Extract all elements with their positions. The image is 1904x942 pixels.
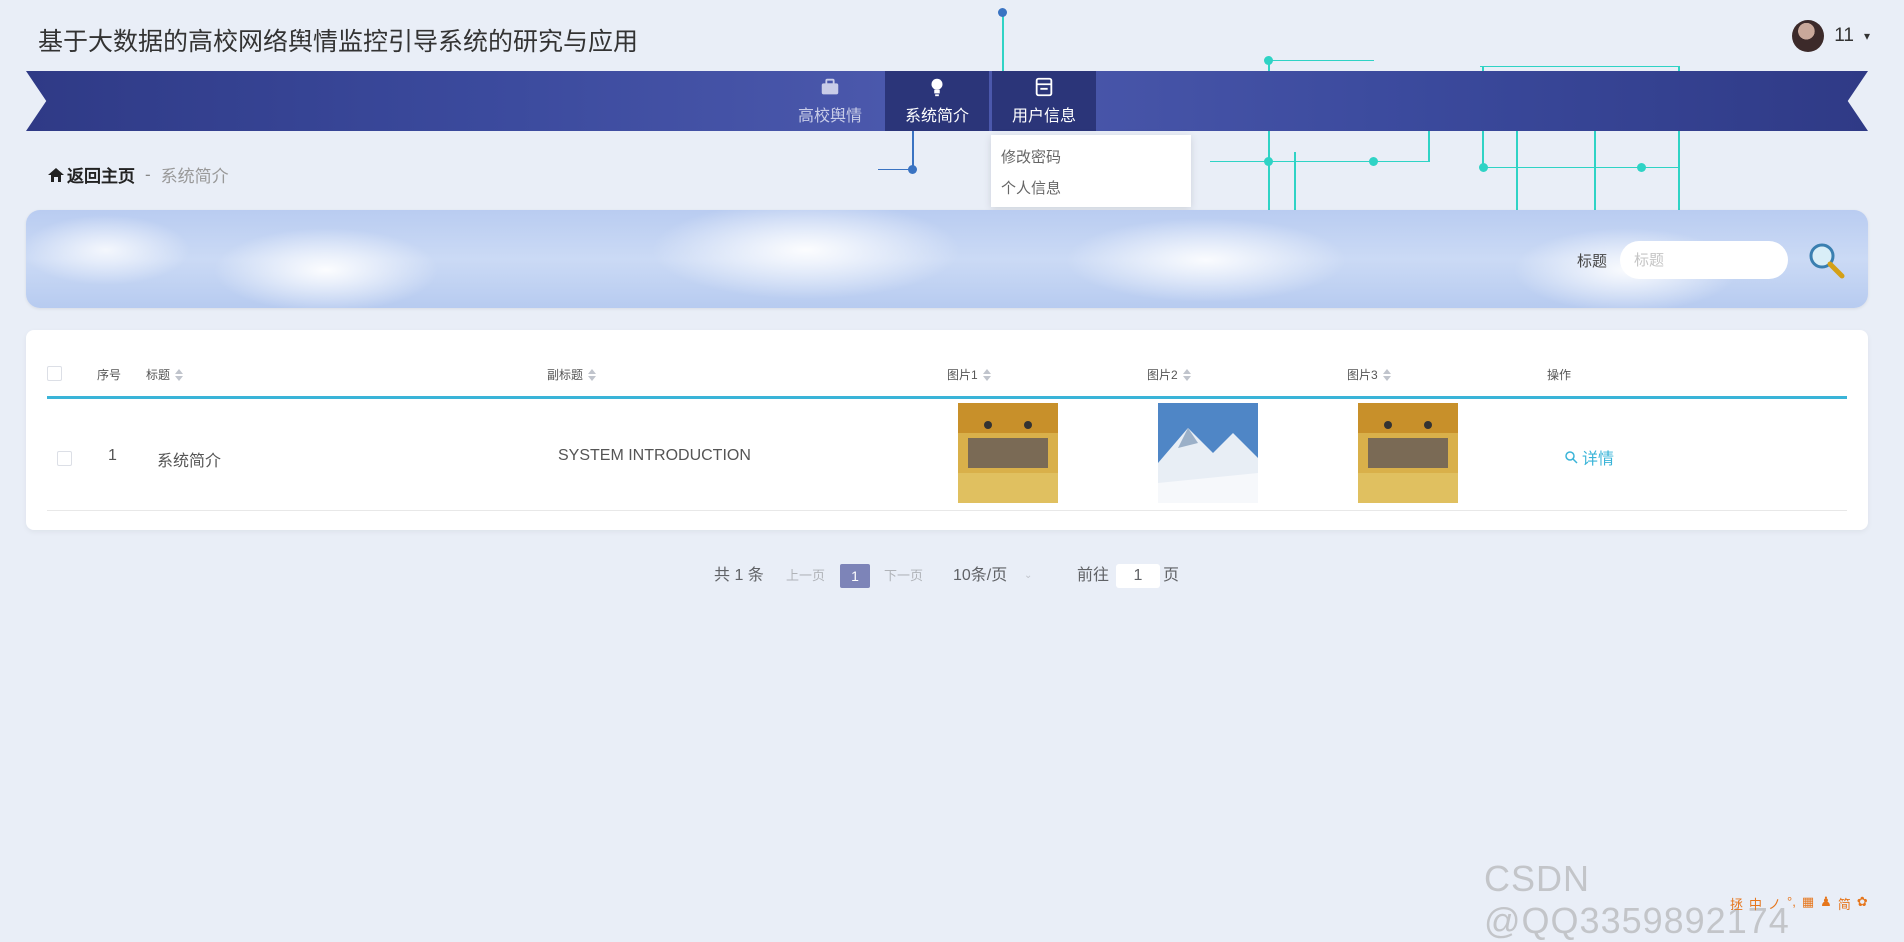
- detail-button[interactable]: 详情: [1564, 445, 1614, 469]
- user-menu-toggle[interactable]: 11 ▾: [1792, 20, 1870, 52]
- breadcrumb: 返回主页 - 系统简介: [48, 162, 229, 187]
- column-header-actions: 操作: [1547, 368, 1572, 382]
- sort-icon[interactable]: [175, 368, 184, 381]
- circuit-dot: [1264, 157, 1273, 166]
- circuit-line: [1002, 12, 1004, 72]
- ime-item[interactable]: 中: [1749, 894, 1762, 912]
- pagination: 共 1 条 上一页 1 下一页 10条/页 ⌄ 前往 1 页: [0, 564, 1904, 588]
- column-header-index: 序号: [97, 368, 122, 382]
- goto-page-input[interactable]: 1: [1116, 564, 1160, 588]
- detail-label[interactable]: 详情: [1582, 445, 1614, 469]
- breadcrumb-home[interactable]: 返回主页: [48, 162, 135, 187]
- menu-item-change-password[interactable]: 修改密码: [1001, 146, 1061, 167]
- goto-suffix: 页: [1163, 567, 1180, 584]
- sort-icon[interactable]: [1382, 368, 1391, 381]
- circuit-line: [1210, 161, 1430, 162]
- circuit-line: [1516, 130, 1518, 210]
- row-image-2[interactable]: [1158, 403, 1258, 503]
- user-card-icon: [1035, 77, 1053, 97]
- nav-item-label: 用户信息: [1011, 108, 1076, 125]
- row-image-3[interactable]: [1358, 403, 1458, 503]
- detail-icon: [1565, 451, 1578, 464]
- table-header-divider: [47, 396, 1847, 399]
- search-input[interactable]: [1620, 241, 1788, 279]
- nav-item-label: 系统简介: [904, 108, 969, 125]
- circuit-dot: [1479, 163, 1488, 172]
- circuit-line: [1480, 66, 1680, 67]
- circuit-dot: [1264, 56, 1273, 65]
- page-size-select[interactable]: 10条/页: [953, 564, 1007, 588]
- column-header-title[interactable]: 标题: [146, 366, 184, 383]
- pagination-page-current[interactable]: 1: [840, 564, 870, 588]
- ime-item[interactable]: °,: [1787, 894, 1796, 912]
- circuit-line: [912, 128, 914, 170]
- user-info-dropdown: 修改密码 个人信息: [991, 135, 1191, 207]
- user-name[interactable]: 11: [1834, 25, 1854, 47]
- ime-item[interactable]: 拯: [1730, 894, 1743, 912]
- pagination-total: 共 1 条: [714, 567, 764, 584]
- row-checkbox[interactable]: [57, 451, 72, 466]
- data-table: 序号 标题 副标题 图片1 图片2 图片3 操作 1 系统简介 SYSTEM I…: [26, 330, 1868, 530]
- ime-item[interactable]: ▦: [1802, 894, 1814, 912]
- select-all-checkbox[interactable]: [47, 366, 62, 381]
- ime-item[interactable]: ✿: [1857, 894, 1868, 912]
- ime-item[interactable]: 简: [1838, 894, 1851, 912]
- circuit-line: [1484, 167, 1680, 168]
- column-header-subtitle[interactable]: 副标题: [547, 366, 597, 383]
- chevron-down-icon[interactable]: ⌄: [1024, 564, 1032, 588]
- row-title: 系统简介: [157, 453, 222, 470]
- row-divider: [47, 510, 1847, 511]
- circuit-dot: [908, 165, 917, 174]
- ime-item[interactable]: ♟: [1820, 894, 1832, 912]
- breadcrumb-current: 系统简介: [160, 167, 229, 186]
- menu-item-personal-info[interactable]: 个人信息: [1001, 177, 1061, 198]
- nav-item-system-intro[interactable]: 系统简介: [885, 71, 989, 131]
- row-index: 1: [108, 447, 117, 464]
- circuit-line: [1294, 152, 1296, 210]
- search-label: 标题: [1577, 253, 1608, 270]
- goto-label: 前往: [1077, 567, 1110, 584]
- circuit-dot: [1637, 163, 1646, 172]
- circuit-dot: [1369, 157, 1378, 166]
- nav-item-campus-sentiment[interactable]: 高校舆情: [778, 71, 882, 131]
- nav-item-label: 高校舆情: [797, 108, 862, 125]
- app-title: 基于大数据的高校网络舆情监控引导系统的研究与应用: [38, 28, 639, 56]
- circuit-dot: [998, 8, 1007, 17]
- column-header-image3[interactable]: 图片3: [1347, 366, 1391, 383]
- column-header-image1[interactable]: 图片1: [947, 366, 991, 383]
- breadcrumb-home-label[interactable]: 返回主页: [67, 162, 135, 187]
- search-icon[interactable]: [1806, 240, 1846, 280]
- briefcase-icon: [821, 78, 839, 95]
- nav-item-user-info[interactable]: 用户信息: [992, 71, 1096, 131]
- pagination-prev[interactable]: 上一页: [786, 564, 825, 588]
- ime-item[interactable]: ノ: [1768, 894, 1781, 912]
- sort-icon[interactable]: [588, 368, 597, 381]
- sort-icon[interactable]: [982, 368, 991, 381]
- main-nav: 高校舆情 系统简介 用户信息: [26, 71, 1868, 131]
- lightbulb-icon: [931, 78, 943, 97]
- circuit-line: [1268, 60, 1374, 61]
- chevron-down-icon[interactable]: ▾: [1864, 29, 1870, 43]
- column-header-image2[interactable]: 图片2: [1147, 366, 1191, 383]
- avatar[interactable]: [1792, 20, 1825, 52]
- row-subtitle: SYSTEM INTRODUCTION: [558, 447, 751, 464]
- breadcrumb-separator: -: [145, 164, 151, 184]
- home-icon: [48, 167, 64, 182]
- ime-toolbar: 拯 中 ノ °, ▦ ♟ 简 ✿: [1730, 894, 1904, 912]
- sort-icon[interactable]: [1182, 368, 1191, 381]
- pagination-next[interactable]: 下一页: [884, 564, 923, 588]
- search-panel: 标题: [26, 210, 1868, 308]
- row-image-1[interactable]: [958, 403, 1058, 503]
